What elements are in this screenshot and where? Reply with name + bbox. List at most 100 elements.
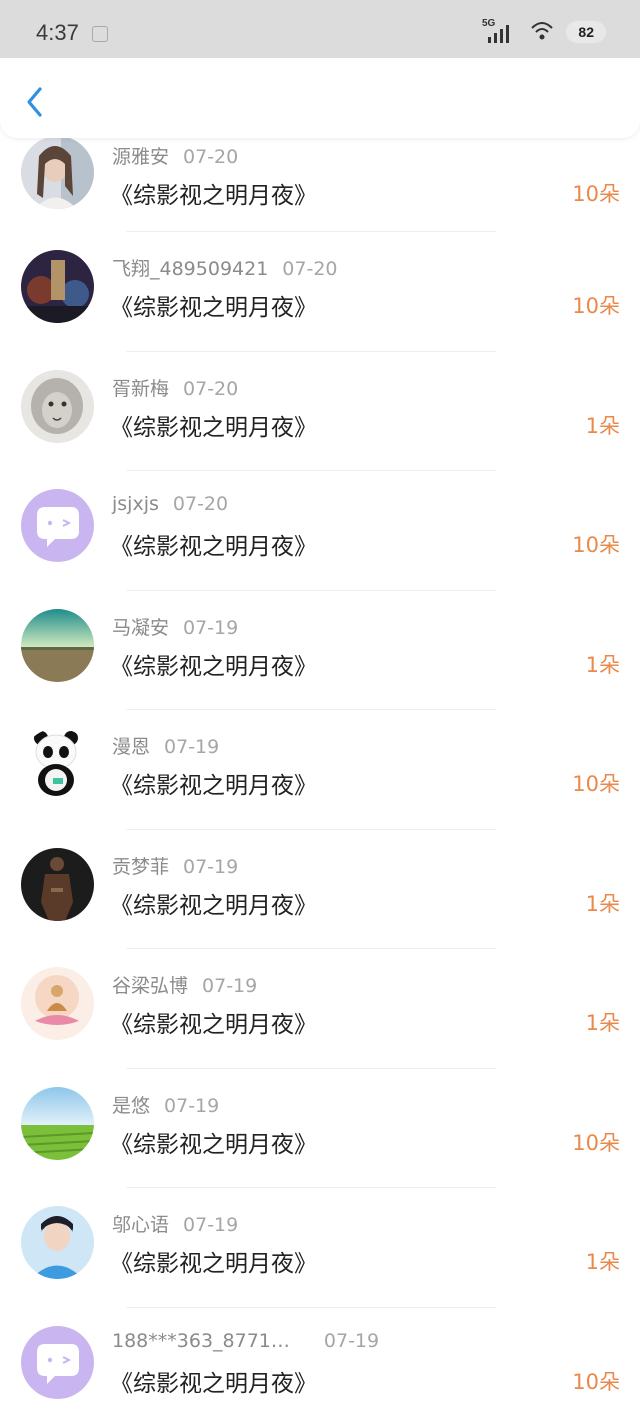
book-title: 《综影视之明月夜》 (110, 414, 317, 441)
buddha-lotus-icon (21, 967, 94, 1040)
sender-meta: 邬心语 07-19 (112, 1210, 238, 1237)
gift-date: 07-19 (183, 1214, 239, 1236)
warrior-figure-icon (21, 847, 94, 921)
flower-amount: 10朵 (572, 1369, 620, 1394)
flower-amount: 10朵 (572, 533, 620, 557)
cellular-signal-icon: 5G (482, 15, 518, 49)
book-title: 《综影视之明月夜》 (110, 1131, 317, 1158)
list-item[interactable]: 188***363_8771… 07-19 《综影视之明月夜》 10朵 (0, 1308, 640, 1408)
gift-date: 07-20 (183, 377, 239, 400)
boy-portrait-icon (21, 1206, 94, 1279)
book-title: 《综影视之明月夜》 (110, 1012, 317, 1038)
sender-name: 贡梦菲 (112, 855, 170, 878)
gift-date: 07-20 (172, 493, 229, 515)
lion-sketch-icon (21, 369, 94, 443)
sender-meta: 飞翔_489509421 07-20 (112, 254, 338, 281)
avatar[interactable] (21, 1086, 94, 1160)
chevron-left-icon (27, 87, 42, 117)
sender-name: 188***363_8771… (112, 1329, 290, 1352)
sender-name: 源雅安 (112, 146, 170, 168)
gift-date: 07-19 (164, 736, 220, 758)
flower-amount: 1朵 (585, 1011, 620, 1035)
sender-name: 胥新梅 (112, 377, 170, 400)
flower-amount: 1朵 (585, 413, 620, 438)
sender-name: 邬心语 (112, 1214, 170, 1236)
book-title: 《综影视之明月夜》 (110, 1370, 317, 1397)
avatar[interactable] (21, 847, 94, 921)
green-field-icon (21, 1086, 94, 1160)
book-title: 《综影视之明月夜》 (110, 534, 317, 560)
sender-meta: 188***363_8771… 07-19 (112, 1330, 379, 1352)
book-title: 《综影视之明月夜》 (110, 183, 317, 209)
default-chat-avatar-icon (21, 1325, 94, 1399)
sender-meta: 源雅安 07-20 (112, 142, 238, 169)
gift-date: 07-19 (183, 616, 239, 639)
book-title: 《综影视之明月夜》 (110, 653, 317, 680)
list-item[interactable]: jsjxjs 07-20 《综影视之明月夜》 10朵 (0, 471, 640, 591)
list-item[interactable]: 谷梁弘博 07-19 《综影视之明月夜》 1朵 (0, 949, 640, 1069)
list-item[interactable]: 胥新梅 07-20 《综影视之明月夜》 1朵 (0, 352, 640, 471)
sender-meta: 漫恩 07-19 (112, 732, 219, 759)
avatar[interactable] (21, 1206, 94, 1279)
sender-meta: 胥新梅 07-20 (112, 374, 238, 401)
book-title: 《综影视之明月夜》 (110, 295, 317, 321)
list-item[interactable]: 源雅安 07-20 《综影视之明月夜》 10朵 (0, 136, 640, 232)
battery-level: 82 (566, 21, 606, 43)
avatar[interactable] (21, 608, 94, 682)
sender-meta: 马凝安 07-19 (112, 613, 238, 640)
status-time: 4:37 (36, 20, 79, 45)
sender-meta: jsjxjs 07-20 (112, 493, 228, 515)
flower-amount: 1朵 (585, 891, 620, 916)
list-item[interactable]: 贡梦菲 07-19 《综影视之明月夜》 1朵 (0, 830, 640, 949)
gift-date: 07-20 (183, 146, 239, 168)
avatar[interactable] (21, 728, 94, 801)
list-item[interactable]: 是悠 07-19 《综影视之明月夜》 10朵 (0, 1069, 640, 1188)
avatar[interactable] (21, 136, 94, 209)
list-item[interactable]: 飞翔_489509421 07-20 《综影视之明月夜》 10朵 (0, 232, 640, 352)
poster-art-icon (21, 250, 94, 323)
sender-name: 是悠 (112, 1094, 151, 1117)
list-item[interactable]: 邬心语 07-19 《综影视之明月夜》 1朵 (0, 1188, 640, 1308)
notification-icon (92, 26, 108, 42)
sender-meta: 贡梦菲 07-19 (112, 852, 238, 879)
flower-amount: 10朵 (572, 1130, 620, 1155)
gift-date: 07-20 (282, 258, 338, 280)
avatar[interactable] (21, 250, 94, 323)
panda-plush-icon (21, 728, 94, 801)
svg-text:5G: 5G (482, 18, 496, 29)
status-bar: 4:37 5G 82 (0, 0, 640, 60)
flower-amount: 1朵 (585, 1250, 620, 1274)
sender-meta: 是悠 07-19 (112, 1091, 219, 1118)
nav-bar (0, 58, 640, 138)
flower-amount: 10朵 (572, 294, 620, 318)
woman-photo-icon (21, 136, 94, 209)
sender-name: 飞翔_489509421 (112, 258, 269, 280)
avatar[interactable] (21, 1325, 94, 1399)
avatar[interactable] (21, 967, 94, 1040)
gift-date: 07-19 (183, 855, 239, 878)
flower-gift-list: 源雅安 07-20 《综影视之明月夜》 10朵 飞翔_489509421 07-20… (0, 136, 640, 1408)
sender-name: jsjxjs (112, 493, 159, 515)
flower-amount: 10朵 (572, 182, 620, 206)
avatar[interactable] (21, 369, 94, 443)
gift-date: 07-19 (202, 975, 258, 997)
avatar[interactable] (21, 489, 94, 562)
sender-name: 马凝安 (112, 616, 170, 639)
list-item[interactable]: 漫恩 07-19 《综影视之明月夜》 10朵 (0, 710, 640, 830)
flower-amount: 10朵 (572, 772, 620, 796)
field-landscape-icon (21, 608, 94, 682)
flower-amount: 1朵 (585, 652, 620, 677)
sender-name: 谷梁弘博 (112, 975, 189, 997)
gift-date: 07-19 (323, 1329, 380, 1352)
gift-date: 07-19 (164, 1094, 220, 1117)
status-icons: 5G 82 (482, 16, 606, 48)
sender-meta: 谷梁弘博 07-19 (112, 971, 257, 998)
list-item[interactable]: 马凝安 07-19 《综影视之明月夜》 1朵 (0, 591, 640, 710)
default-chat-avatar-icon (21, 489, 94, 562)
sender-name: 漫恩 (112, 736, 151, 758)
book-title: 《综影视之明月夜》 (110, 773, 317, 799)
book-title: 《综影视之明月夜》 (110, 1251, 317, 1277)
back-button[interactable] (22, 84, 50, 120)
book-title: 《综影视之明月夜》 (110, 892, 317, 919)
wifi-icon (528, 16, 556, 48)
